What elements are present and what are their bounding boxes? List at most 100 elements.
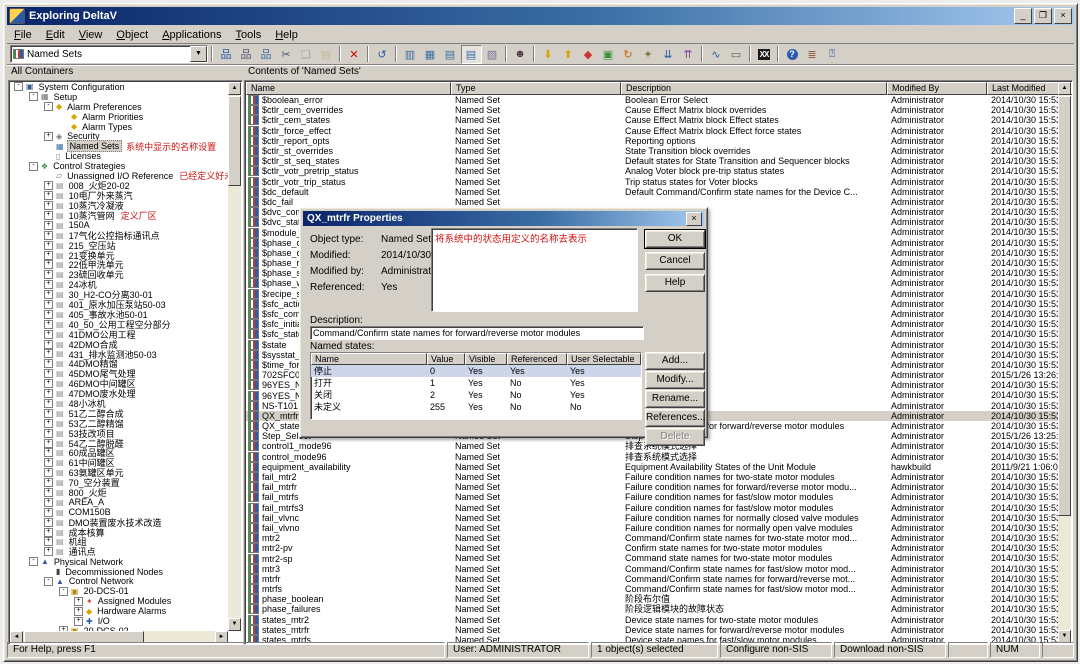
restore-button[interactable]: ❐ <box>1034 8 1052 24</box>
add-button[interactable]: Add... <box>645 352 705 370</box>
tree-item[interactable]: ◆Alarm Types <box>10 122 228 132</box>
hierarchy-configure-icon[interactable]: 品 <box>237 46 256 63</box>
named-set-row[interactable]: mtrfsNamed SetCommand/Confirm state name… <box>246 584 1058 594</box>
named-state-row[interactable]: 停止0YesYesYes <box>311 365 641 377</box>
tree-item[interactable]: +▤17气化公控指标通讯点 <box>10 230 228 240</box>
named-set-row[interactable]: fail_mtrfs3Named SetFailure condition na… <box>246 503 1058 513</box>
list-view-icon[interactable]: ▤ <box>441 46 460 63</box>
menu-item-tools[interactable]: Tools <box>229 28 269 42</box>
tree-item[interactable]: ▦Named Sets系统中显示的名称设置 <box>10 141 228 151</box>
tree-expand-toggle[interactable]: + <box>44 478 53 487</box>
column-header-type[interactable]: Type <box>451 82 621 95</box>
tree-expand-toggle[interactable]: + <box>44 429 53 438</box>
tree-expand-toggle[interactable]: + <box>44 439 53 448</box>
rename-button[interactable]: Rename... <box>645 390 705 408</box>
details-view-icon[interactable]: ▤ <box>461 45 482 64</box>
tree-item[interactable]: +▤DMO装置废水技术改造 <box>10 517 228 527</box>
named-set-row[interactable]: mtr2-spNamed SetCommand state names for … <box>246 553 1058 563</box>
tree-expand-toggle[interactable]: + <box>44 132 53 141</box>
named-set-row[interactable]: $ctlr_cem_statesNamed SetCause Effect Ma… <box>246 115 1058 125</box>
scroll-thumb[interactable] <box>228 96 241 186</box>
tree-item[interactable]: +▤机组 <box>10 537 228 547</box>
network-upload-icon[interactable]: ⇈ <box>679 46 698 63</box>
tree-expand-toggle[interactable]: + <box>44 498 53 507</box>
tree-expand-toggle[interactable]: + <box>44 270 53 279</box>
delete-icon[interactable]: ✕ <box>345 46 364 63</box>
scroll-up-arrow[interactable]: ▲ <box>228 82 241 95</box>
named-set-row[interactable]: $dc_failNamed SetAdministrator2014/10/30… <box>246 197 1058 207</box>
named-set-row[interactable]: fail_vlvncNamed SetFailure condition nam… <box>246 513 1058 523</box>
tree-expand-toggle[interactable]: + <box>44 419 53 428</box>
tree-item[interactable]: +✦Assigned Modules <box>10 596 228 606</box>
copy-icon[interactable]: ❑ <box>297 46 316 63</box>
tree-expand-toggle[interactable]: - <box>44 577 53 586</box>
tree-expand-toggle[interactable]: - <box>44 102 53 111</box>
named-set-row[interactable]: mtr3Named SetCommand/Confirm state names… <box>246 564 1058 574</box>
tree-item[interactable]: -▦Setup <box>10 92 228 102</box>
tree-expand-toggle[interactable]: + <box>44 379 53 388</box>
help-icon[interactable]: ? <box>783 46 802 63</box>
named-set-row[interactable]: $boolean_errorNamed SetBoolean Error Sel… <box>246 95 1058 105</box>
menu-item-object[interactable]: Object <box>109 28 155 42</box>
trend-chart-icon[interactable]: ∿ <box>707 46 726 63</box>
tree-expand-toggle[interactable]: + <box>44 231 53 240</box>
tree-item[interactable]: +▤23硫回收单元 <box>10 270 228 280</box>
states-header-value[interactable]: Value <box>427 353 465 365</box>
scroll-down-arrow[interactable]: ▼ <box>228 618 241 631</box>
named-set-row[interactable]: $ctlr_votr_pretrip_statusNamed SetAnalog… <box>246 166 1058 176</box>
tree-expand-toggle[interactable]: + <box>44 211 53 220</box>
help-button[interactable]: Help <box>645 274 705 292</box>
named-set-row[interactable]: $ctlr_cem_overridesNamed SetCause Effect… <box>246 105 1058 115</box>
named-set-row[interactable]: mtr2-pvNamed SetConfirm state names for … <box>246 543 1058 553</box>
tree-expand-toggle[interactable]: + <box>44 448 53 457</box>
tree-expand-toggle[interactable]: - <box>29 162 38 171</box>
tree-expand-toggle[interactable]: + <box>44 409 53 418</box>
hierarchy-small-icon[interactable]: 品 <box>257 46 276 63</box>
small-icons-view-icon[interactable]: ▦ <box>421 46 440 63</box>
tree-item[interactable]: +▤53乙二醇精馏 <box>10 418 228 428</box>
xx-box-icon[interactable]: XX <box>755 46 774 63</box>
named-set-row[interactable]: mtr2Named SetCommand/Confirm state names… <box>246 533 1058 543</box>
tree-item[interactable]: -▣System Configuration <box>10 82 228 92</box>
tree-expand-toggle[interactable]: + <box>44 280 53 289</box>
named-set-row[interactable]: fail_mtrfsNamed SetFailure condition nam… <box>246 492 1058 502</box>
tree-expand-toggle[interactable]: + <box>74 617 83 626</box>
dialog-title-bar[interactable]: QX_mtrfr Properties × <box>303 211 704 226</box>
tree-expand-toggle[interactable]: + <box>44 537 53 546</box>
cut-icon[interactable]: ✂ <box>277 46 296 63</box>
object-type-combobox[interactable]: Named Sets ▼ <box>10 45 208 63</box>
menu-item-applications[interactable]: Applications <box>155 28 228 42</box>
tree-expand-toggle[interactable]: + <box>44 251 53 260</box>
menu-item-help[interactable]: Help <box>268 28 305 42</box>
tree-item[interactable]: +▤47DMO废水处理 <box>10 389 228 399</box>
close-button[interactable]: × <box>1054 8 1072 24</box>
references-button[interactable]: References... <box>645 409 705 427</box>
modify-button[interactable]: Modify... <box>645 371 705 389</box>
menu-item-edit[interactable]: Edit <box>39 28 72 42</box>
tree-expand-toggle[interactable]: + <box>44 320 53 329</box>
combobox-dropdown-arrow[interactable]: ▼ <box>190 46 207 62</box>
named-set-row[interactable]: phase_booleanNamed Set阶段布尔值Administrator… <box>246 594 1058 604</box>
named-set-row[interactable]: $ctlr_report_optsNamed SetReporting opti… <box>246 136 1058 146</box>
tree-item[interactable]: -▲Physical Network <box>10 557 228 567</box>
paste-icon[interactable]: ▤ <box>317 46 336 63</box>
reference-book-icon[interactable]: ◆ <box>579 46 598 63</box>
filter-icon[interactable]: ▧ <box>483 46 502 63</box>
tree-expand-toggle[interactable]: - <box>14 82 23 91</box>
named-set-row[interactable]: states_mtrfrNamed SetDevice state names … <box>246 625 1058 635</box>
scroll-up-arrow[interactable]: ▲ <box>1058 82 1071 95</box>
tree-item[interactable]: -◆Alarm Preferences <box>10 102 228 112</box>
upload-icon[interactable]: ⬆ <box>559 46 578 63</box>
scroll-thumb[interactable] <box>1058 96 1071 516</box>
named-set-row[interactable]: phase_failuresNamed Set阶段逻辑模块的故障状态Admini… <box>246 604 1058 614</box>
operator-display-icon[interactable]: ▭ <box>727 46 746 63</box>
large-icons-view-icon[interactable]: ▥ <box>401 46 420 63</box>
column-header-description[interactable]: Description <box>621 82 887 95</box>
minimize-button[interactable]: _ <box>1014 8 1032 24</box>
tree-expand-toggle[interactable]: + <box>44 369 53 378</box>
named-set-row[interactable]: $ctlr_st_overridesNamed SetState Transit… <box>246 146 1058 156</box>
tree-expand-toggle[interactable]: + <box>44 300 53 309</box>
tree-expand-toggle[interactable]: + <box>44 340 53 349</box>
tree-expand-toggle[interactable]: + <box>44 221 53 230</box>
tree-vertical-scrollbar[interactable]: ▲ ▼ <box>228 82 241 631</box>
